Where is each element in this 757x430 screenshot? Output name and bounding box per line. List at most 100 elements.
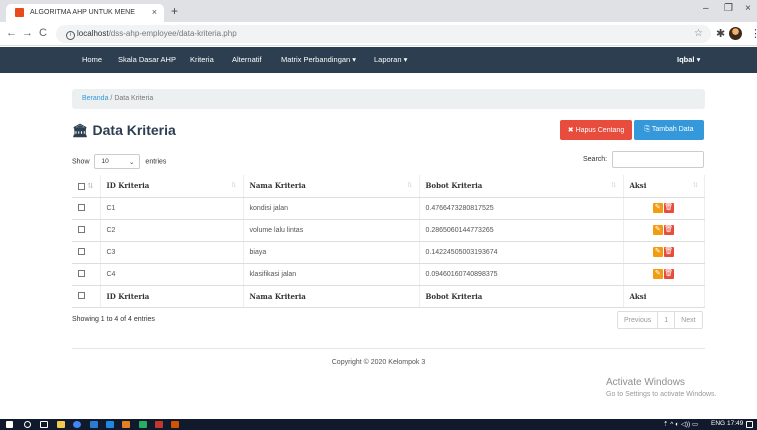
new-tab-button[interactable]: + (171, 4, 178, 18)
row-checkbox[interactable] (78, 270, 85, 278)
file-explorer-icon[interactable] (57, 421, 65, 428)
nav-matrix-dropdown[interactable]: Matrix Perbandingan ▾ (281, 55, 356, 64)
edit-icon[interactable]: ✎ (652, 203, 663, 213)
row-checkbox[interactable] (78, 204, 85, 212)
edit-icon[interactable]: ✎ (652, 269, 663, 279)
cell-id: C1 (100, 197, 244, 220)
next-button[interactable]: Next (675, 312, 701, 328)
activate-windows-subtitle: Go to Settings to activate Windows. (606, 391, 717, 398)
entries-per-page-value: 10 (101, 158, 109, 165)
select-all-checkbox[interactable] (78, 182, 85, 190)
address-bar-row: ← → C i localhost/dss-ahp-employee/data-k… (0, 22, 757, 46)
cell-nama: klasifikasi jalan (243, 263, 420, 286)
entries-label: entries (145, 158, 167, 166)
breadcrumb: Beranda / Data Kriteria (72, 89, 705, 109)
browser-tab[interactable]: ALGORITMA AHP UNTUK MENE × (6, 4, 164, 22)
task-view-icon[interactable] (40, 421, 48, 428)
tambah-data-button[interactable]: ⎘ Tambah Data (634, 120, 704, 140)
cell-bobot: 0.2865060144773265 (419, 219, 624, 242)
row-checkbox[interactable] (78, 226, 85, 234)
footer-divider (72, 348, 705, 349)
search-icon[interactable] (24, 421, 31, 428)
maximize-button[interactable]: ❐ (724, 3, 733, 14)
app-icon[interactable] (155, 421, 163, 428)
nav-user-dropdown[interactable]: Iqbal ▾ (677, 55, 700, 64)
profile-avatar[interactable] (729, 27, 742, 40)
browser-menu-icon[interactable]: ⋮ (750, 27, 757, 40)
app-icon[interactable] (171, 421, 179, 428)
page-title: 🏛 Data Kriteria (72, 122, 176, 139)
sort-icon[interactable]: ⇅ (87, 181, 93, 190)
delete-icon[interactable]: 🗑 (663, 269, 674, 279)
bookmark-star-icon[interactable]: ☆ (694, 28, 703, 39)
browser-tab-bar: ALGORITMA AHP UNTUK MENE × + – ❐ × (0, 0, 757, 22)
entries-per-page-select[interactable]: 10 ⌄ (94, 154, 141, 169)
delete-icon[interactable]: 🗑 (663, 225, 674, 235)
search-label: Search: (583, 156, 608, 163)
search-input[interactable] (612, 151, 704, 168)
site-navbar: Home Skala Dasar AHP Kriteria Alternatif… (0, 47, 757, 73)
windows-start-icon[interactable] (6, 421, 13, 428)
cell-id: C2 (100, 219, 244, 242)
table-row: C2 volume lalu lintas 0.2865060144773265… (72, 219, 705, 242)
table-info: Showing 1 to 4 of 4 entries (72, 316, 155, 323)
excel-icon[interactable] (139, 421, 147, 428)
previous-button[interactable]: Previous (618, 312, 659, 328)
sort-icon: ⇅ (692, 181, 698, 190)
delete-icon[interactable]: 🗑 (663, 247, 674, 257)
delete-icon[interactable]: 🗑 (663, 203, 674, 213)
cell-nama: volume lalu lintas (243, 219, 420, 242)
url-path: /dss-ahp-employee/data-kriteria.php (108, 29, 237, 38)
nav-skala-dasar[interactable]: Skala Dasar AHP (118, 55, 176, 64)
column-header-bobot[interactable]: Bobot Kriteria ⇅ (419, 175, 624, 198)
forward-icon[interactable]: → (22, 27, 33, 39)
notification-icon[interactable] (746, 421, 753, 428)
table-header-row: ⇅ ID Kriteria ⇅ Nama Kriteria ⇅ Bobot Krit… (72, 175, 705, 198)
breadcrumb-home-link[interactable]: Beranda (82, 95, 108, 102)
nav-home[interactable]: Home (82, 55, 102, 64)
cell-nama: biaya (243, 241, 420, 264)
length-control: Show 10 ⌄ entries (72, 154, 166, 169)
column-header-id[interactable]: ID Kriteria ⇅ (100, 175, 244, 198)
vscode-icon[interactable] (90, 421, 98, 428)
page-1-button[interactable]: 1 (658, 312, 676, 328)
chrome-icon[interactable] (73, 421, 81, 428)
windows-taskbar: ⇡ ^ ◐ ◁)) ▭ ENG 17:49 (0, 419, 757, 430)
nav-laporan-dropdown[interactable]: Laporan ▾ (374, 55, 407, 64)
back-icon[interactable]: ← (6, 27, 17, 39)
url-input[interactable]: i localhost/dss-ahp-employee/data-kriteri… (56, 25, 711, 43)
cell-bobot: 0.09460160740898375 (419, 263, 624, 286)
favicon-icon (15, 8, 24, 17)
select-all-footer-checkbox[interactable] (78, 292, 85, 300)
row-checkbox[interactable] (78, 248, 85, 256)
tab-close-icon[interactable]: × (152, 7, 157, 17)
column-header-aksi[interactable]: Aksi ⇅ (623, 175, 705, 198)
extensions-icon[interactable]: ✱ (716, 27, 725, 40)
table-footer-row: ID Kriteria Nama Kriteria Bobot Kriteria… (72, 285, 705, 308)
xampp-icon[interactable] (122, 421, 130, 428)
cell-id: C3 (100, 241, 244, 264)
chevron-down-icon: ⌄ (129, 159, 135, 166)
tray-icons[interactable]: ⇡ ^ ◐ ◁)) ▭ (663, 420, 698, 428)
clock[interactable]: 17:49 (727, 420, 743, 427)
pagination: Previous 1 Next (617, 311, 703, 329)
edit-icon[interactable]: ✎ (652, 247, 663, 257)
nav-alternatif[interactable]: Alternatif (232, 55, 262, 64)
window-close-button[interactable]: × (745, 3, 751, 14)
sort-icon: ⇅ (407, 181, 413, 190)
reload-icon[interactable]: C (39, 27, 47, 39)
word-icon[interactable] (106, 421, 114, 428)
cell-id: C4 (100, 263, 244, 286)
site-info-icon[interactable]: i (66, 31, 75, 40)
nav-kriteria[interactable]: Kriteria (190, 55, 214, 64)
hapus-centang-button[interactable]: ✖ Hapus Centang (560, 120, 632, 140)
breadcrumb-current: Data Kriteria (114, 95, 154, 102)
edit-icon[interactable]: ✎ (652, 225, 663, 235)
tab-title: ALGORITMA AHP UNTUK MENE (30, 9, 135, 16)
table-row: C1 kondisi jalan 0.4766473280817525 ✎ 🗑 (72, 197, 705, 220)
cell-bobot: 0.14224505003193674 (419, 241, 624, 264)
language-indicator[interactable]: ENG (711, 420, 725, 427)
column-header-nama[interactable]: Nama Kriteria ⇅ (243, 175, 420, 198)
minimize-button[interactable]: – (703, 3, 709, 14)
footer-header-aksi: Aksi (623, 285, 705, 308)
